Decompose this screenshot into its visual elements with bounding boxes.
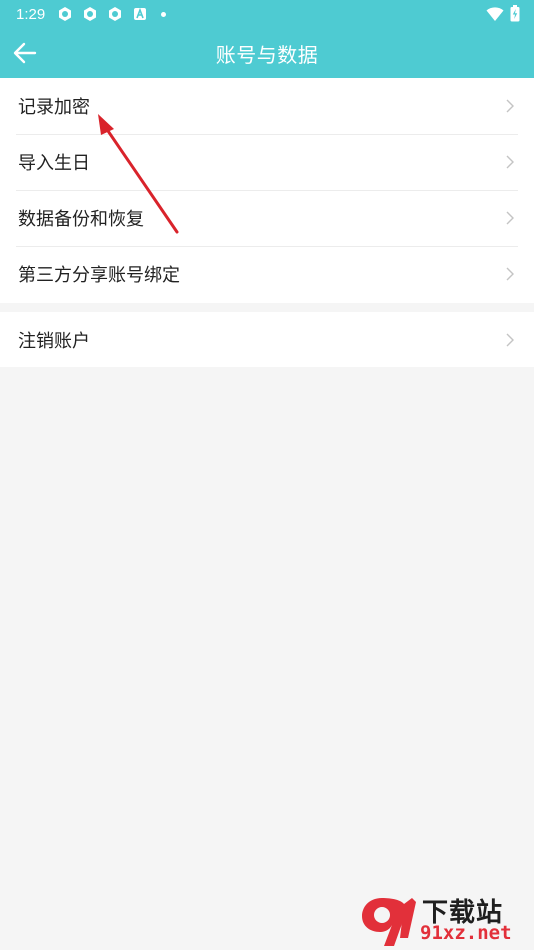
status-bar: 1:29 xyxy=(0,0,534,28)
settings-group-delete: 注销账户 xyxy=(0,312,534,367)
settings-group-account: 记录加密 导入生日 数据备份和恢复 第三方分享账号绑定 xyxy=(0,78,534,303)
list-item-label: 注销账户 xyxy=(18,330,90,352)
list-item-label: 数据备份和恢复 xyxy=(18,209,144,230)
list-item-delete-account[interactable]: 注销账户 xyxy=(0,312,534,367)
list-item-record-encryption[interactable]: 记录加密 xyxy=(0,78,534,134)
list-item-label: 第三方分享账号绑定 xyxy=(18,265,180,286)
watermark-logo-icon xyxy=(362,898,416,946)
app-notification-icon xyxy=(82,6,98,22)
chevron-right-icon xyxy=(506,155,514,169)
list-item-label: 记录加密 xyxy=(18,97,90,118)
watermark: 下载站 91xz.net xyxy=(360,892,530,948)
battery-charging-icon xyxy=(510,5,520,26)
top-header: 1:29 账号与数据 xyxy=(0,0,534,78)
watermark-url: 91xz.net xyxy=(420,922,512,944)
app-notification-icon xyxy=(107,6,123,22)
list-item-backup-restore[interactable]: 数据备份和恢复 xyxy=(0,190,534,246)
page-title: 账号与数据 xyxy=(215,43,319,67)
wifi-icon xyxy=(486,6,504,26)
chevron-right-icon xyxy=(506,333,514,346)
app-notification-icon xyxy=(57,6,73,22)
dot-icon xyxy=(161,11,167,17)
chevron-right-icon xyxy=(506,211,514,225)
list-item-third-party-binding[interactable]: 第三方分享账号绑定 xyxy=(0,246,534,302)
chevron-right-icon xyxy=(506,99,514,113)
chevron-right-icon xyxy=(506,267,514,281)
app-bar: 账号与数据 xyxy=(0,28,534,78)
status-right-icons xyxy=(486,5,520,26)
status-time: 1:29 xyxy=(16,5,46,23)
list-item-label: 导入生日 xyxy=(18,153,90,174)
list-item-import-birthday[interactable]: 导入生日 xyxy=(0,134,534,190)
a-notification-icon xyxy=(132,6,148,22)
